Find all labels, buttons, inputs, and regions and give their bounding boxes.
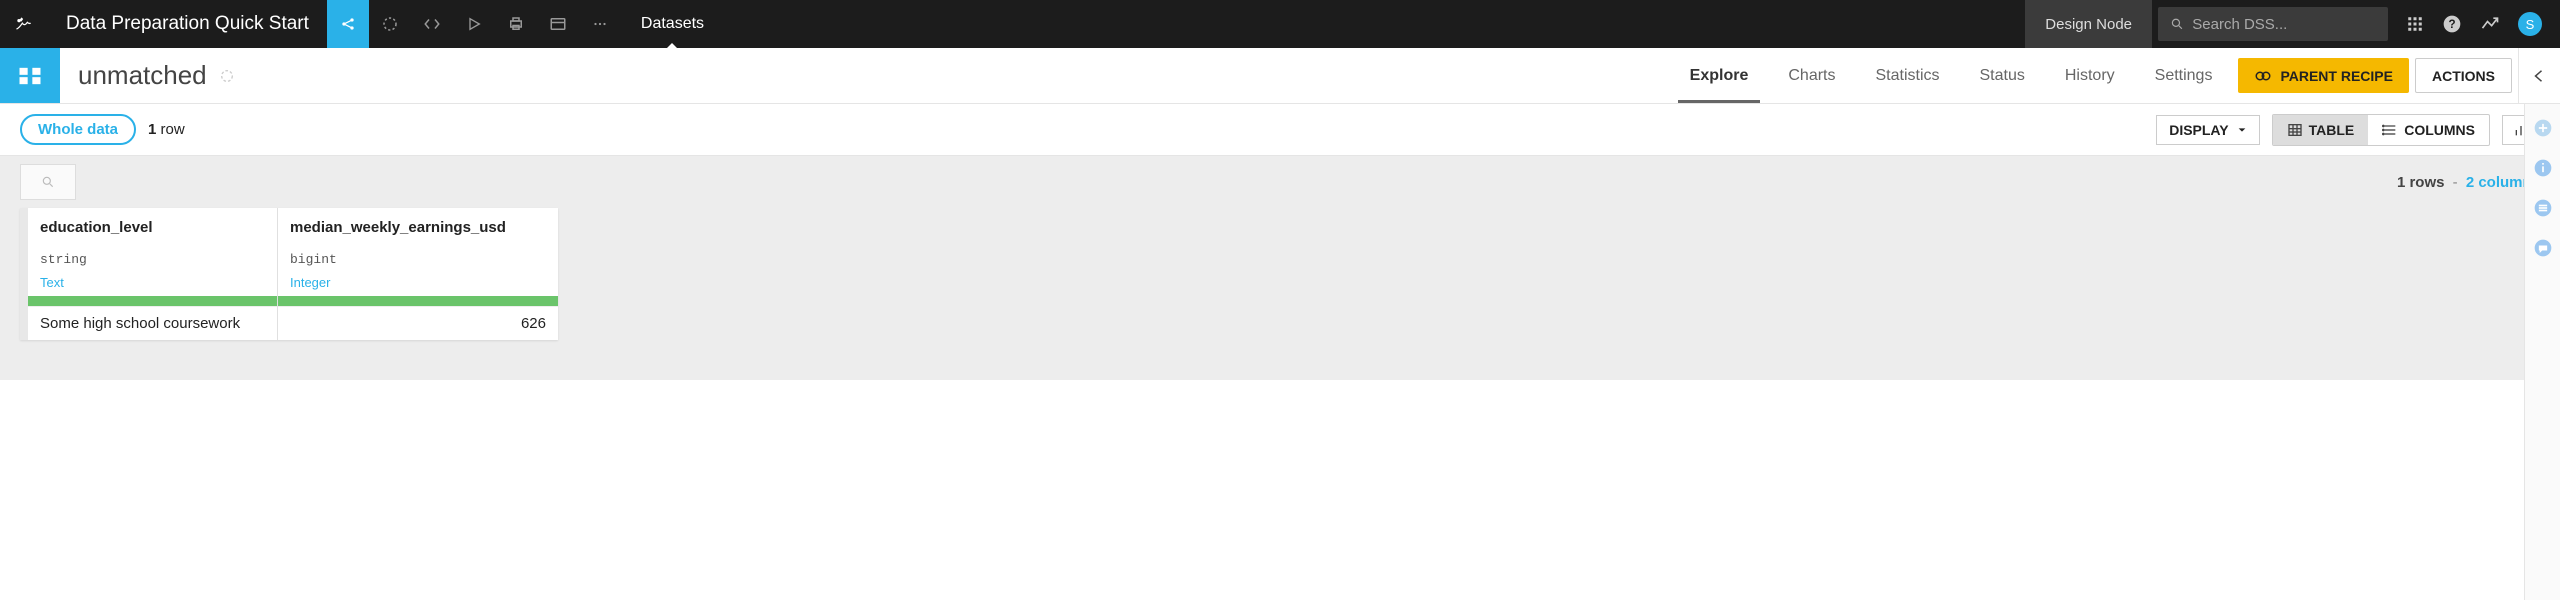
data-counts: 1 rows - 2 columns (2397, 174, 2540, 191)
chevron-down-icon (2237, 125, 2247, 135)
table-icon (2287, 122, 2303, 138)
view-table-button[interactable]: TABLE (2273, 115, 2369, 145)
rail-info-icon[interactable] (2533, 158, 2553, 178)
run-icon[interactable] (453, 0, 495, 48)
global-search[interactable] (2158, 7, 2388, 41)
parent-recipe-label: PARENT RECIPE (2280, 68, 2393, 84)
dataset-header: unmatched Explore Charts Statistics Stat… (0, 48, 2560, 104)
tab-history[interactable]: History (2045, 48, 2135, 103)
dataset-type-icon[interactable] (0, 48, 60, 103)
topbar: Data Preparation Quick Start Datasets De… (0, 0, 2560, 48)
column-name: education_level (40, 219, 265, 236)
user-avatar[interactable]: S (2518, 12, 2542, 36)
rows-count: 1 rows (2397, 174, 2445, 191)
tab-explore[interactable]: Explore (1670, 48, 1769, 103)
column-storage-type: string (40, 252, 265, 267)
cell[interactable]: Some high school coursework (28, 306, 277, 340)
cell[interactable]: 626 (278, 306, 558, 340)
dataset-name-wrap: unmatched (60, 48, 253, 103)
column-header[interactable]: median_weekly_earnings_usd bigint Intege… (278, 208, 558, 296)
tab-settings[interactable]: Settings (2135, 48, 2233, 103)
column-meaning-type[interactable]: Integer (290, 275, 546, 290)
row-handle[interactable] (20, 208, 28, 340)
right-rail (2524, 104, 2560, 600)
section-datasets[interactable]: Datasets (621, 0, 724, 48)
view-toggle: TABLE COLUMNS (2272, 114, 2490, 146)
data-area: 1 rows - 2 columns education_level strin… (0, 156, 2560, 380)
dataset-tabs: Explore Charts Statistics Status History… (1670, 48, 2233, 103)
search-icon (2170, 16, 2184, 32)
view-columns-button[interactable]: COLUMNS (2368, 115, 2489, 145)
whole-data-button[interactable]: Whole data (20, 114, 136, 145)
more-icon[interactable] (579, 0, 621, 48)
row-count: 1 row (148, 121, 185, 138)
design-node-label[interactable]: Design Node (2025, 0, 2152, 48)
collapse-sidebar-button[interactable] (2518, 48, 2560, 103)
search-icon (41, 175, 55, 189)
actions-button[interactable]: ACTIONS (2415, 58, 2512, 93)
help-icon[interactable]: ? (2442, 14, 2462, 34)
explore-toolbar: Whole data 1 row DISPLAY TABLE COLUMNS (0, 104, 2560, 156)
quality-bar[interactable] (28, 296, 277, 306)
dataset-refresh-icon[interactable] (219, 68, 235, 84)
rail-list-icon[interactable] (2533, 198, 2553, 218)
activity-icon[interactable] (2480, 14, 2500, 34)
app-logo[interactable] (0, 0, 48, 48)
parent-recipe-button[interactable]: PARENT RECIPE (2238, 58, 2409, 93)
code-icon[interactable] (411, 0, 453, 48)
global-search-input[interactable] (2192, 16, 2376, 33)
column-0: education_level string Text Some high sc… (28, 208, 278, 340)
column-search-button[interactable] (20, 164, 76, 200)
column-1: median_weekly_earnings_usd bigint Intege… (278, 208, 558, 340)
recipe-icon (2254, 67, 2272, 85)
share-button[interactable] (327, 0, 369, 48)
data-grid: education_level string Text Some high sc… (20, 208, 558, 340)
tab-charts[interactable]: Charts (1768, 48, 1855, 103)
svg-text:?: ? (2448, 18, 2455, 31)
column-header[interactable]: education_level string Text (28, 208, 277, 296)
rail-discussion-icon[interactable] (2533, 238, 2553, 258)
dataset-name[interactable]: unmatched (78, 60, 207, 91)
rail-add-icon[interactable] (2533, 118, 2553, 138)
dashboard-icon[interactable] (537, 0, 579, 48)
display-dropdown[interactable]: DISPLAY (2156, 115, 2259, 145)
column-meaning-type[interactable]: Text (40, 275, 265, 290)
print-icon[interactable] (495, 0, 537, 48)
list-icon (2382, 122, 2398, 138)
flow-icon[interactable] (369, 0, 411, 48)
project-title[interactable]: Data Preparation Quick Start (48, 0, 327, 48)
quality-bar[interactable] (278, 296, 558, 306)
tab-statistics[interactable]: Statistics (1855, 48, 1959, 103)
tab-status[interactable]: Status (1960, 48, 2045, 103)
column-name: median_weekly_earnings_usd (290, 219, 546, 236)
column-storage-type: bigint (290, 252, 546, 267)
apps-icon[interactable] (2406, 15, 2424, 33)
